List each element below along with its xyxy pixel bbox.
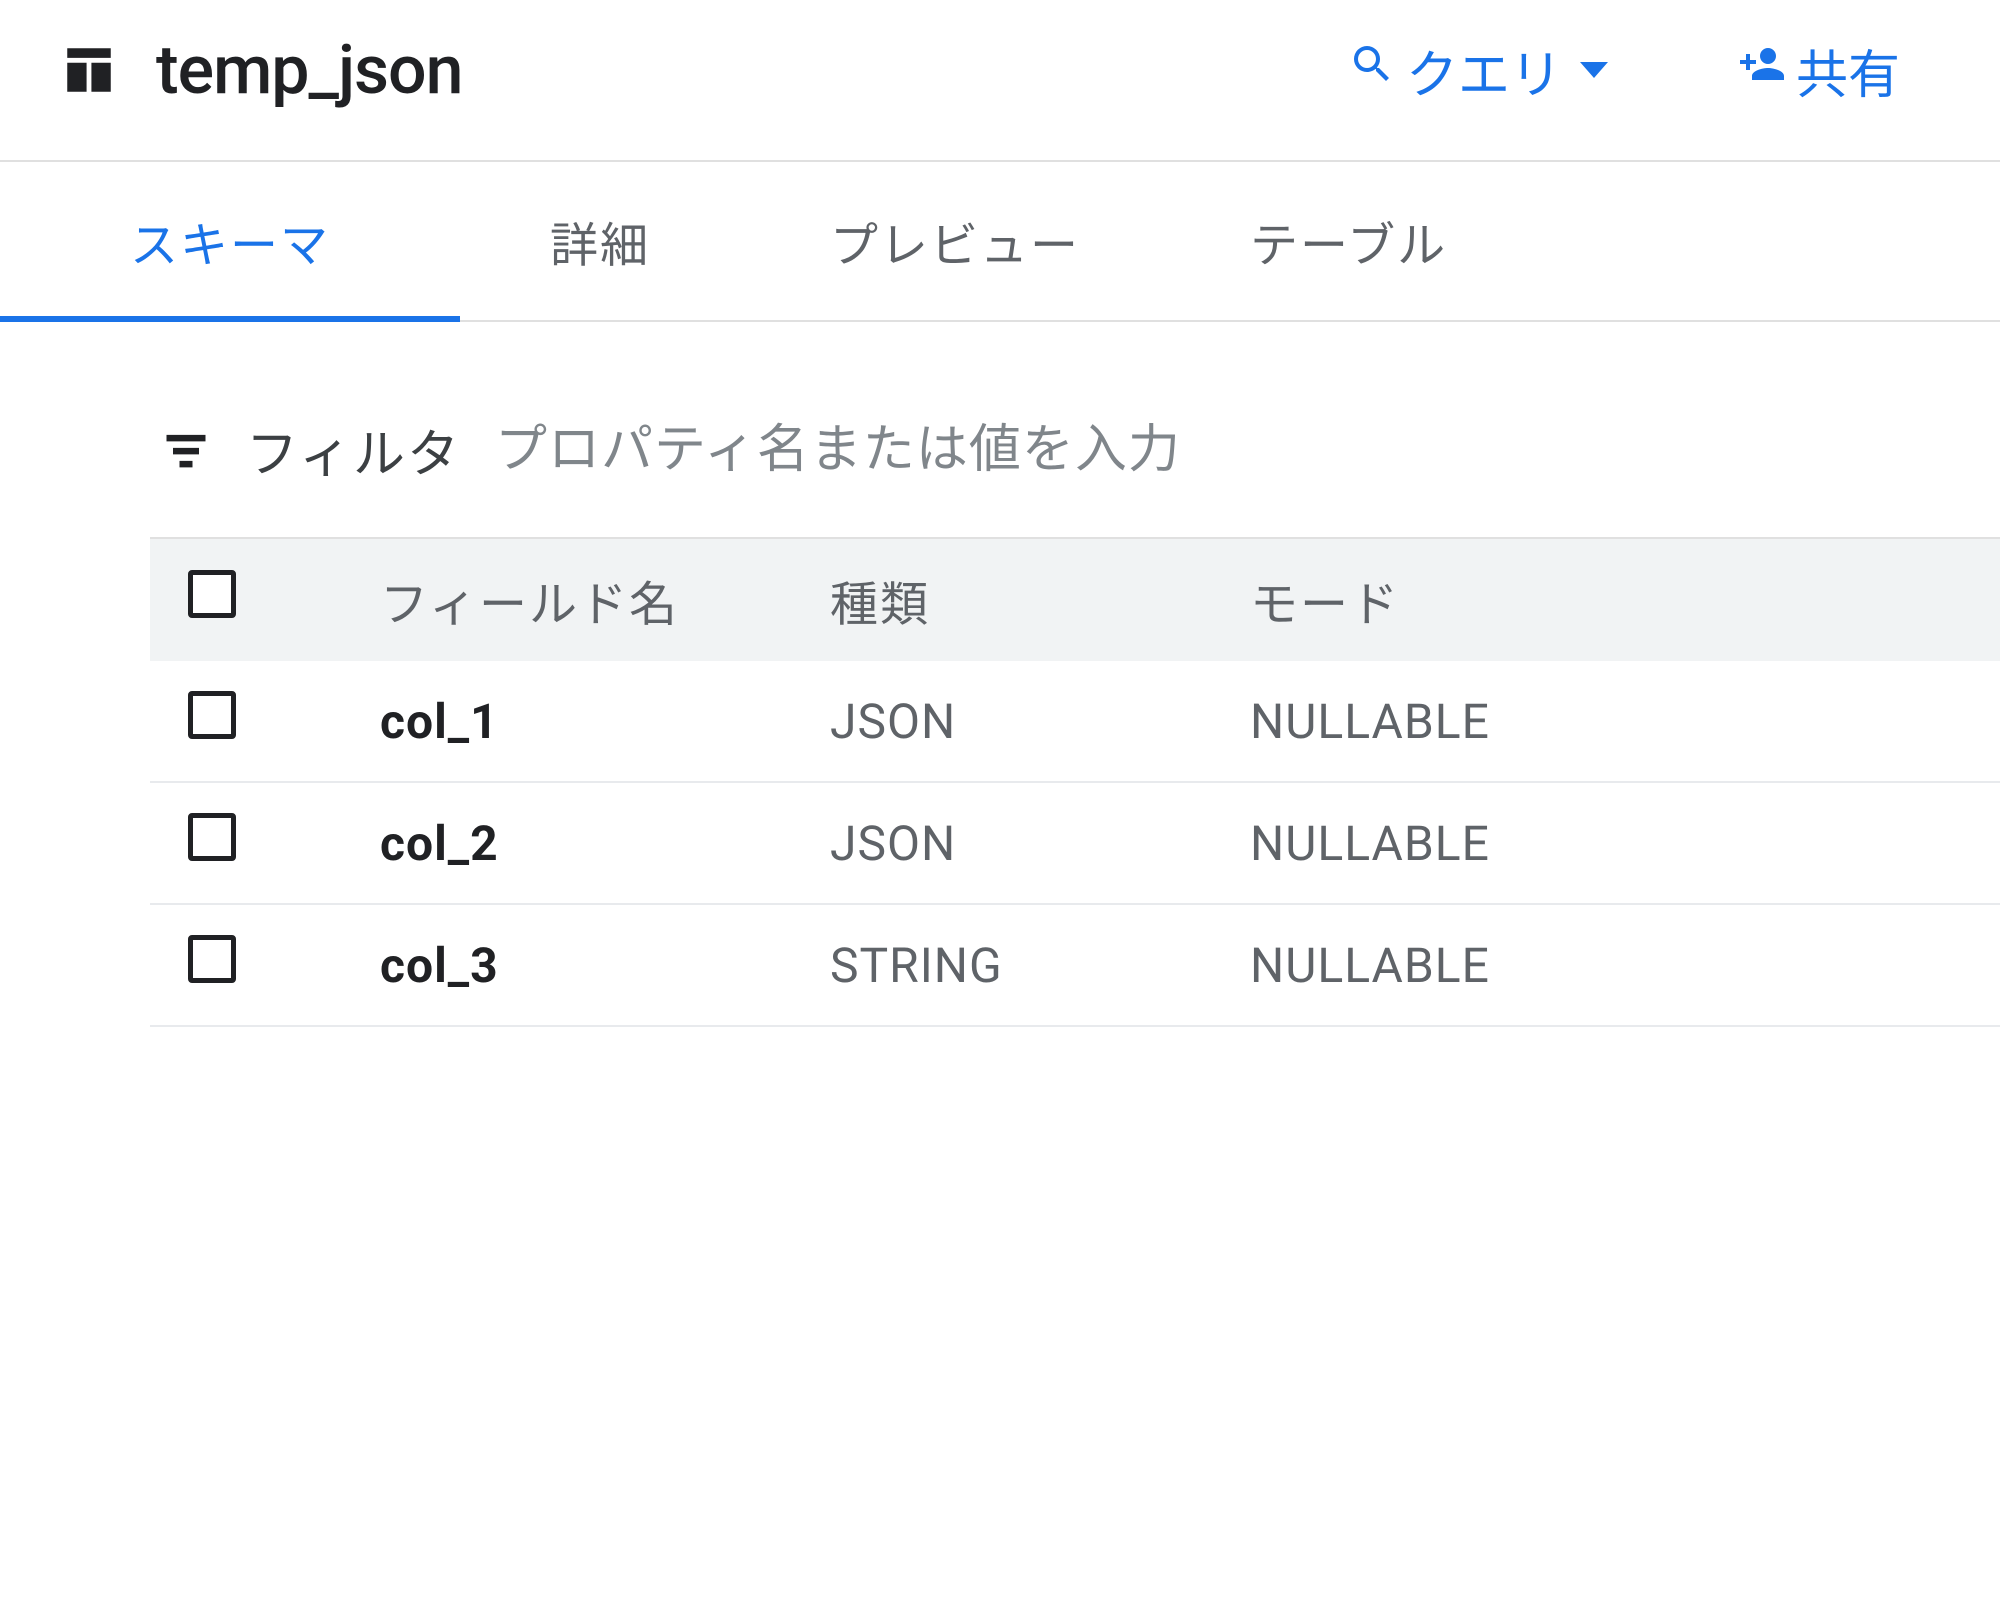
filter-bar: フィルタ — [150, 412, 2000, 539]
tab-label: プレビュー — [830, 217, 1080, 274]
row-checkbox[interactable] — [188, 935, 236, 983]
table-row: col_2 JSON NULLABLE — [150, 782, 2000, 904]
row-checkbox[interactable] — [188, 691, 236, 739]
query-button[interactable]: クエリ — [1348, 33, 1608, 108]
tab-preview[interactable]: プレビュー — [740, 162, 1170, 320]
tab-details[interactable]: 詳細 — [460, 162, 740, 320]
tabs: スキーマ 詳細 プレビュー テーブル — [0, 162, 2000, 322]
cell-field-name: col_2 — [320, 782, 820, 904]
page-title: temp_json — [156, 30, 462, 110]
table-row: col_1 JSON NULLABLE — [150, 661, 2000, 782]
table-icon — [60, 41, 118, 99]
cell-type: STRING — [820, 904, 1240, 1026]
schema-table: フィールド名 種類 モード col_1 JSON NULLABLE col_2 … — [150, 539, 2000, 1027]
filter-input[interactable] — [495, 420, 2000, 480]
cell-field-name: col_3 — [320, 904, 820, 1026]
page-header: temp_json クエリ 共有 — [0, 0, 2000, 162]
cell-mode: NULLABLE — [1240, 661, 2000, 782]
tab-label: 詳細 — [550, 217, 650, 274]
cell-mode: NULLABLE — [1240, 782, 2000, 904]
column-header-mode[interactable]: モード — [1240, 539, 2000, 661]
search-icon — [1348, 40, 1396, 101]
column-header-fieldname[interactable]: フィールド名 — [320, 539, 820, 661]
header-actions: クエリ 共有 — [1348, 33, 1940, 108]
select-all-checkbox[interactable] — [188, 570, 236, 618]
filter-label: フィルタ — [246, 412, 461, 487]
person-add-icon — [1738, 40, 1786, 101]
row-checkbox[interactable] — [188, 813, 236, 861]
column-header-type[interactable]: 種類 — [820, 539, 1240, 661]
query-button-label: クエリ — [1406, 33, 1562, 108]
cell-type: JSON — [820, 782, 1240, 904]
chevron-down-icon — [1580, 62, 1608, 78]
tab-schema[interactable]: スキーマ — [0, 162, 460, 322]
cell-type: JSON — [820, 661, 1240, 782]
filter-icon — [160, 424, 212, 476]
table-header-row: フィールド名 種類 モード — [150, 539, 2000, 661]
share-button[interactable]: 共有 — [1738, 33, 1900, 108]
header-left: temp_json — [60, 30, 462, 110]
cell-field-name: col_1 — [320, 661, 820, 782]
table-row: col_3 STRING NULLABLE — [150, 904, 2000, 1026]
share-button-label: 共有 — [1796, 33, 1900, 108]
cell-mode: NULLABLE — [1240, 904, 2000, 1026]
schema-panel: フィルタ フィールド名 種類 モード col_1 JSON NULLABLE — [0, 322, 2000, 1027]
tab-label: テーブル — [1250, 217, 1447, 274]
tab-table[interactable]: テーブル — [1170, 162, 1447, 320]
tab-label: スキーマ — [130, 217, 330, 274]
